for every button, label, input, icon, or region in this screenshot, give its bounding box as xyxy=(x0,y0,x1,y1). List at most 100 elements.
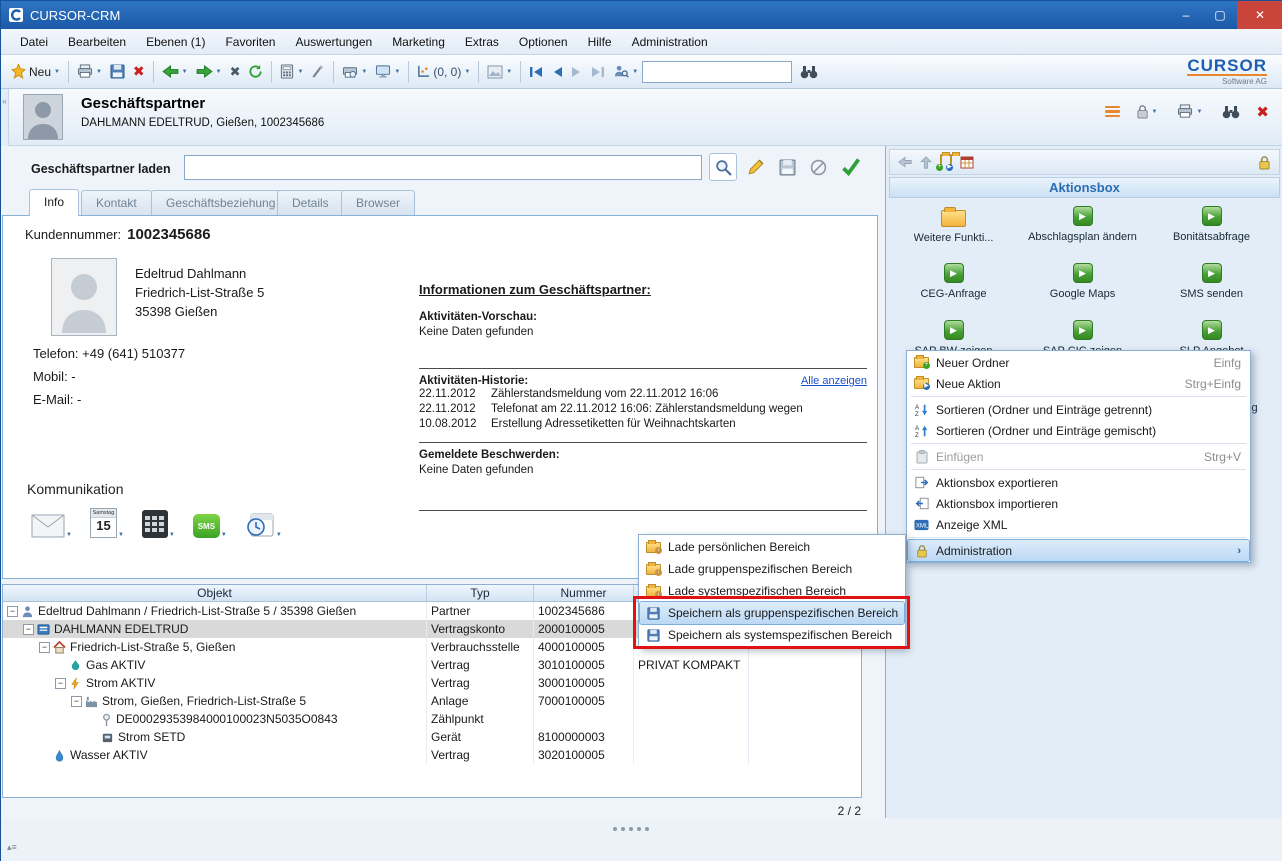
table-row-anlage[interactable]: − Strom, Gießen, Friedrich-List-Straße 5… xyxy=(3,692,861,710)
tab-browser[interactable]: Browser xyxy=(341,190,415,215)
table-row-strom-vertrag[interactable]: − Strom AKTIV Vertrag 3000100005 xyxy=(3,674,861,692)
calendar-action[interactable]: Samstag 15 ▼ xyxy=(90,508,124,538)
menu-item-sortieren-getrennt[interactable]: AZ Sortieren (Ordner und Einträge getren… xyxy=(908,399,1249,420)
table-row-zaehlpunkt[interactable]: DE00029353984000100023N5035O0843 Zählpun… xyxy=(3,710,861,728)
person-search-button[interactable]: ▼ xyxy=(609,61,642,82)
menu-item-aktionsbox-importieren[interactable]: Aktionsbox importieren xyxy=(908,493,1249,514)
menu-item-speichern-system[interactable]: Speichern als systemspezifischen Bereich xyxy=(640,624,904,646)
menu-optionen[interactable]: Optionen xyxy=(510,31,577,53)
menu-item-lade-system[interactable]: ↓ Lade systemspezifischen Bereich xyxy=(640,580,904,602)
minimize-button[interactable]: – xyxy=(1169,1,1203,29)
search-record-button[interactable] xyxy=(1218,102,1244,122)
menu-item-lade-gruppe[interactable]: ↓ Lade gruppenspezifischen Bereich xyxy=(640,558,904,580)
history-row[interactable]: 22.11.2012 Zählerstandsmeldung vom 22.11… xyxy=(419,387,867,402)
toolbar-search-input[interactable] xyxy=(642,61,792,83)
tools-button[interactable] xyxy=(307,61,329,82)
menu-item-sortieren-gemischt[interactable]: AZ Sortieren (Ordner und Einträge gemisc… xyxy=(908,420,1249,441)
menu-bearbeiten[interactable]: Bearbeiten xyxy=(59,31,135,53)
horizontal-splitter-handle[interactable] xyxy=(613,827,649,831)
confirm-button[interactable] xyxy=(837,153,865,181)
tab-details[interactable]: Details xyxy=(277,190,344,215)
last-record-button[interactable] xyxy=(587,63,609,81)
print-button[interactable]: ▼ xyxy=(73,61,106,82)
menu-marketing[interactable]: Marketing xyxy=(383,31,454,53)
tree-expander[interactable]: − xyxy=(39,642,50,653)
refresh-button[interactable] xyxy=(244,61,267,82)
menu-administration[interactable]: Administration xyxy=(623,31,717,53)
save-record-button[interactable] xyxy=(773,153,801,181)
action-ceg-anfrage[interactable]: ▶CEG-Anfrage xyxy=(889,258,1018,315)
corner-splitter-handle[interactable]: ▴≡ xyxy=(7,842,17,853)
aktionsbox-back-button[interactable] xyxy=(898,156,912,168)
table-row-geraet[interactable]: Strom SETD Gerät 8100000003 xyxy=(3,728,861,746)
menu-item-neuer-ordner[interactable]: + Neuer OrdnerEinfg xyxy=(908,352,1249,373)
aktionsbox-list-button[interactable] xyxy=(960,156,974,169)
menu-item-speichern-gruppe[interactable]: Speichern als gruppenspezifischen Bereic… xyxy=(640,602,904,624)
action-bonitaetsabfrage[interactable]: ▶Bonitätsabfrage xyxy=(1147,201,1276,258)
menu-item-lade-persoenlich[interactable]: ↓ Lade persönlichen Bereich xyxy=(640,536,904,558)
tree-expander[interactable]: − xyxy=(23,624,34,635)
sms-action[interactable]: SMS▼ xyxy=(193,514,227,538)
new-action-button[interactable]: ▶ xyxy=(950,155,952,169)
aktionsbox-up-button[interactable] xyxy=(920,156,932,169)
column-nummer[interactable]: Nummer xyxy=(534,585,634,601)
table-row-gas-vertrag[interactable]: Gas AKTIV Vertrag 3010100005 PRIVAT KOMP… xyxy=(3,656,861,674)
action-weitere-funktionen[interactable]: Weitere Funkti... xyxy=(889,201,1018,258)
aktionsbox-lock-icon[interactable] xyxy=(1258,155,1271,170)
menu-item-anzeige-xml[interactable]: XML Anzeige XML xyxy=(908,514,1249,535)
layout-menu-icon[interactable] xyxy=(1105,104,1120,120)
alle-anzeigen-link[interactable]: Alle anzeigen xyxy=(801,375,867,387)
edit-button[interactable] xyxy=(742,153,770,181)
phone-action[interactable]: ▼ xyxy=(142,510,175,538)
calculator-button[interactable]: ▼ xyxy=(276,61,307,82)
action-abschlagsplan-aendern[interactable]: ▶Abschlagsplan ändern xyxy=(1018,201,1147,258)
discard-button[interactable] xyxy=(804,153,832,181)
email-action[interactable]: ▼ xyxy=(31,514,72,538)
forward-button[interactable]: ▼ xyxy=(192,62,226,81)
image-button[interactable]: ▼ xyxy=(483,62,516,82)
action-google-maps[interactable]: ▶Google Maps xyxy=(1018,258,1147,315)
search-partner-button[interactable] xyxy=(709,153,737,181)
menu-hilfe[interactable]: Hilfe xyxy=(579,31,621,53)
menu-item-neue-aktion[interactable]: ▶ Neue AktionStrg+Einfg xyxy=(908,373,1249,394)
menu-item-einfuegen[interactable]: EinfügenStrg+V xyxy=(908,446,1249,467)
history-row[interactable]: 22.11.2012 Telefonat am 22.11.2012 16:06… xyxy=(419,402,867,417)
delete-button[interactable]: ✖ xyxy=(129,60,149,83)
close-button[interactable]: ✕ xyxy=(1237,1,1282,29)
first-record-button[interactable] xyxy=(525,63,547,81)
tree-expander[interactable]: − xyxy=(7,606,18,617)
tab-geschaeftsbeziehung[interactable]: Geschäftsbeziehung xyxy=(151,190,290,215)
action-sms-senden[interactable]: ▶SMS senden xyxy=(1147,258,1276,315)
table-row-wasser-vertrag[interactable]: Wasser AKTIV Vertrag 3020100005 xyxy=(3,746,861,764)
maximize-button[interactable]: ▢ xyxy=(1203,1,1237,29)
menu-item-administration[interactable]: Administration› xyxy=(908,540,1249,561)
close-record-button[interactable]: ✖ xyxy=(1256,103,1269,121)
menu-favoriten[interactable]: Favoriten xyxy=(216,31,284,53)
cancel-edit-button[interactable]: ✖ xyxy=(226,61,245,83)
print-record-button[interactable]: ▼ xyxy=(1173,101,1206,122)
menu-item-aktionsbox-exportieren[interactable]: Aktionsbox exportieren xyxy=(908,472,1249,493)
back-button[interactable]: ▼ xyxy=(158,62,192,81)
termin-action[interactable]: ▼ xyxy=(245,510,282,538)
column-objekt[interactable]: Objekt xyxy=(3,585,427,601)
menu-auswertungen[interactable]: Auswertungen xyxy=(286,31,381,53)
tree-expander[interactable]: − xyxy=(55,678,66,689)
tab-info[interactable]: Info xyxy=(29,189,79,216)
menu-ebenen[interactable]: Ebenen (1) xyxy=(137,31,214,53)
previous-record-button[interactable] xyxy=(547,63,567,81)
coordinates-button[interactable]: (0, 0)▼ xyxy=(413,62,474,82)
print-preview-button[interactable]: ▼ xyxy=(338,61,371,82)
new-folder-button[interactable]: + xyxy=(940,155,942,169)
next-record-button[interactable] xyxy=(567,63,587,81)
column-typ[interactable]: Typ xyxy=(427,585,534,601)
history-row[interactable]: 10.08.2012 Erstellung Adressetiketten fü… xyxy=(419,417,867,432)
menu-extras[interactable]: Extras xyxy=(456,31,508,53)
new-button[interactable]: Neu▼ xyxy=(7,61,64,82)
tab-kontakt[interactable]: Kontakt xyxy=(81,190,152,215)
screen-view-button[interactable]: ▼ xyxy=(371,61,404,82)
find-button[interactable] xyxy=(796,62,822,82)
menu-datei[interactable]: Datei xyxy=(11,31,57,53)
tree-expander[interactable]: − xyxy=(71,696,82,707)
lock-record-button[interactable]: ▼ xyxy=(1132,101,1162,122)
save-button[interactable] xyxy=(106,61,129,82)
